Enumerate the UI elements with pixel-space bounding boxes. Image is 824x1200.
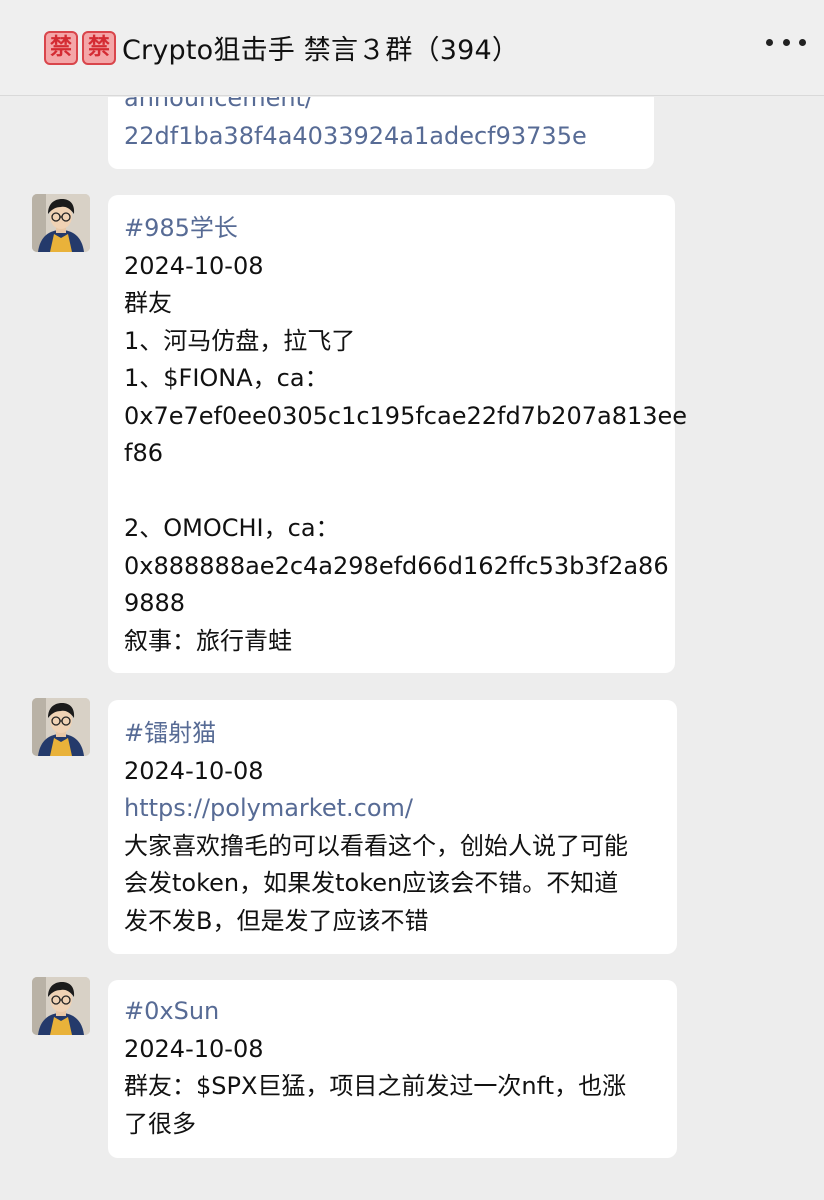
- message-text: 0x888888ae2c4a298efd66d162ffc53b3f2a86: [124, 551, 669, 580]
- message-text: 1、河马仿盘，拉飞了: [124, 326, 356, 355]
- message-bubble[interactable]: announcement/ 22df1ba38f4a4033924a1adecf…: [108, 97, 654, 169]
- message-hashtag[interactable]: #镭射猫: [124, 715, 661, 753]
- message-link[interactable]: https://polymarket.com/: [124, 790, 661, 828]
- message-text: [124, 473, 659, 511]
- message-text: 了很多: [124, 1109, 196, 1138]
- more-dots-icon[interactable]: [766, 28, 806, 56]
- message-hashtag[interactable]: #0xSun: [124, 993, 661, 1031]
- message-link[interactable]: announcement/: [124, 97, 638, 118]
- message-text: 群友：$SPX巨猛，项目之前发过一次nft，也涨: [124, 1072, 627, 1100]
- avatar[interactable]: [32, 194, 90, 252]
- title-badges: 禁 禁: [44, 30, 116, 65]
- avatar-image: [32, 977, 90, 1035]
- prohibited-badge-icon: 禁: [82, 30, 116, 65]
- chat-window: 禁 禁 Crypto狙击手 禁言３群（394） announcement/ 22…: [0, 0, 824, 1200]
- message-text: 发不发B，但是发了应该不错: [124, 906, 429, 935]
- message-text: 叙事：旅行青蛙: [124, 626, 292, 655]
- chat-header: 禁 禁 Crypto狙击手 禁言３群（394）: [0, 0, 824, 96]
- avatar[interactable]: [32, 977, 90, 1035]
- message-text: 群友: [124, 289, 172, 317]
- message-bubble[interactable]: #镭射猫 2024-10-08 https://polymarket.com/ …: [108, 700, 677, 954]
- prohibited-badge-icon: 禁: [44, 30, 78, 65]
- message-date: 2024-10-08: [124, 756, 264, 785]
- avatar-image: [32, 194, 90, 252]
- message-list[interactable]: announcement/ 22df1ba38f4a4033924a1adecf…: [0, 97, 824, 1200]
- avatar[interactable]: [32, 698, 90, 756]
- message-text: 2、OMOCHI，ca：: [124, 514, 340, 542]
- message-text: 会发token，如果发token应该会不错。不知道: [124, 869, 619, 897]
- message-text: 1、$FIONA，ca：: [124, 364, 329, 392]
- message-text: 9888: [124, 589, 186, 617]
- message-text: 0x7e7ef0ee0305c1c195fcae22fd7b207a813ee: [124, 401, 688, 430]
- message-date: 2024-10-08: [124, 251, 264, 280]
- message-date: 2024-10-08: [124, 1034, 264, 1063]
- message-bubble[interactable]: #985学长 2024-10-08 群友 1、河马仿盘，拉飞了 1、$FIONA…: [108, 195, 688, 673]
- message-text: f86: [124, 439, 163, 467]
- message-bubble[interactable]: #0xSun 2024-10-08 群友：$SPX巨猛，项目之前发过一次nft，…: [108, 980, 677, 1158]
- message-hashtag[interactable]: #985学长: [124, 210, 659, 248]
- message-link[interactable]: 22df1ba38f4a4033924a1adecf93735e: [124, 118, 638, 156]
- chat-title: Crypto狙击手 禁言３群（394）: [122, 35, 520, 66]
- message-text: 大家喜欢撸毛的可以看看这个，创始人说了可能: [124, 831, 628, 860]
- avatar-image: [32, 698, 90, 756]
